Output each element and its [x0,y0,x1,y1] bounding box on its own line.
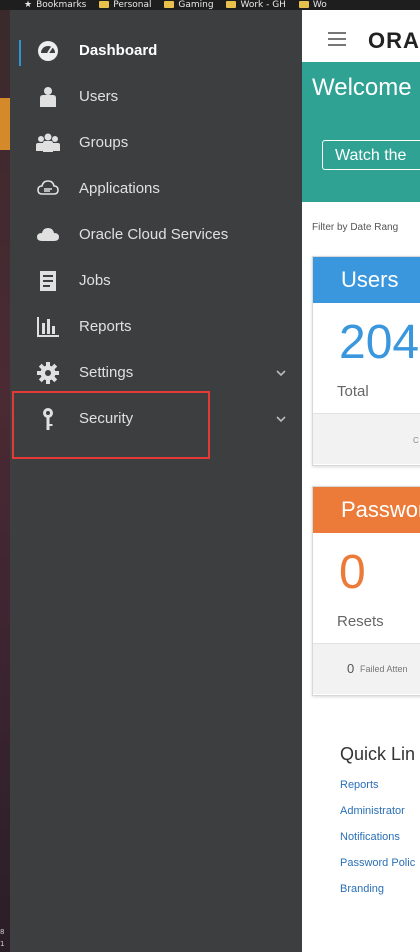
groups-icon [36,131,60,155]
card-footer: C [313,413,420,464]
sidebar-item-users[interactable]: Users [10,74,302,120]
bookmark-personal[interactable]: Personal [99,0,152,10]
sidebar-item-label: Groups [79,134,129,151]
user-icon [36,85,60,109]
bookmark-label: Personal [113,0,152,10]
card-subtitle: Total [337,383,369,400]
failed-attempts-label: Failed Atten [360,664,408,674]
sidebar-item-groups[interactable]: Groups [10,120,302,166]
desktop-mark: 1 [0,940,5,948]
quick-link-administrator[interactable]: Administrator [340,805,405,817]
passwords-card[interactable]: Passwor 0 Resets 0 Failed Atten [312,486,420,696]
bookmark-work[interactable]: Work - GH [226,0,286,10]
bookmarks-bar: ★ Bookmarks Personal Gaming Work - GH Wo [0,0,420,10]
star-icon: ★ [24,0,33,10]
bookmark-wo[interactable]: Wo [298,0,327,10]
users-count: 204 [339,316,420,369]
date-filter-label[interactable]: Filter by Date Rang [312,222,398,233]
bookmark-label: Wo [312,0,327,10]
jobs-icon [36,269,60,293]
card-title: Passwor [313,487,420,533]
bookmark-bookmarks[interactable]: Bookmarks [36,0,86,10]
card-title: Users [313,257,420,303]
bookmark-label: Gaming [178,0,214,10]
bookmark-gaming[interactable]: Gaming [164,0,214,10]
card-subtitle: Resets [337,613,384,630]
quick-link-reports[interactable]: Reports [340,779,379,791]
reports-icon [36,315,60,339]
sidebar-item-dashboard[interactable]: Dashboard [10,28,302,74]
sidebar-item-label: Jobs [79,272,111,289]
failed-attempts-count: 0 [347,661,355,676]
desktop-edge: 8 1 [0,10,10,952]
quick-link-notifications[interactable]: Notifications [340,831,400,843]
quick-links-title: Quick Lin [340,744,416,764]
users-card[interactable]: Users 204 Total C [312,256,420,466]
sidebar-item-label: Security [79,410,134,427]
folder-icon [99,1,110,8]
sidebar: Dashboard Users Groups Applications Orac… [10,10,302,952]
brand-logo: ORA [368,28,420,53]
folder-icon [226,1,237,8]
sidebar-item-security[interactable]: Security [10,396,302,442]
welcome-banner: Welcome Watch the [302,62,420,202]
folder-icon [164,1,175,8]
sidebar-item-reports[interactable]: Reports [10,304,302,350]
sidebar-item-oracle-cloud-services[interactable]: Oracle Cloud Services [10,212,302,258]
card-footer: 0 Failed Atten [313,643,420,694]
applications-icon [36,177,60,201]
sidebar-item-settings[interactable]: Settings [10,350,302,396]
sidebar-item-label: Reports [79,318,132,335]
sidebar-item-label: Users [79,88,119,105]
card-footer-label: C [413,436,419,445]
sidebar-item-label: Applications [79,180,160,197]
key-icon [36,407,60,431]
top-bar: ORA [302,10,420,62]
desktop-mark: 8 [0,928,5,936]
folder-icon [298,1,309,8]
sidebar-item-label: Dashboard [79,42,158,59]
chevron-down-icon[interactable] [274,412,288,426]
sidebar-item-label: Oracle Cloud Services [79,226,229,243]
welcome-title: Welcome [312,74,412,101]
sidebar-item-label: Settings [79,364,134,381]
quick-link-password-policy[interactable]: Password Polic [340,857,415,869]
resets-count: 0 [339,546,366,599]
main-content: ORA Welcome Watch the Filter by Date Ran… [302,10,420,952]
sidebar-item-jobs[interactable]: Jobs [10,258,302,304]
cloud-icon [36,223,60,247]
gear-icon [36,361,60,385]
sidebar-item-applications[interactable]: Applications [10,166,302,212]
bookmark-label: Work - GH [240,0,286,10]
desktop-window-edge [0,98,10,150]
chevron-down-icon[interactable] [274,366,288,380]
watch-video-button[interactable]: Watch the [322,140,420,170]
menu-icon[interactable] [328,32,346,50]
quick-link-branding[interactable]: Branding [340,883,384,895]
dashboard-icon [36,39,60,63]
